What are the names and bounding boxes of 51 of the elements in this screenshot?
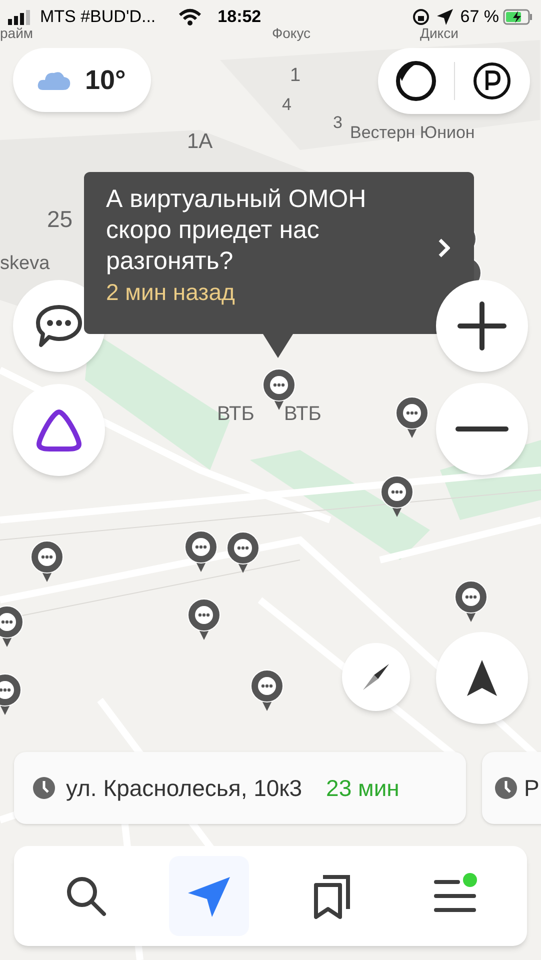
comment-pin-icon[interactable] xyxy=(184,530,218,574)
temperature: 10° xyxy=(85,64,126,97)
battery-percent: 67 % xyxy=(460,6,499,28)
wifi-icon xyxy=(178,8,202,26)
comment-pin-icon[interactable] xyxy=(0,605,24,649)
clock-icon xyxy=(494,776,518,800)
comment-pin-icon[interactable] xyxy=(395,396,429,440)
popup-time: 2 мин назад xyxy=(106,278,236,307)
weather-pill[interactable]: 10° xyxy=(13,48,151,112)
parking-icon xyxy=(472,61,512,101)
menu-icon xyxy=(434,878,476,914)
destination-address: Р xyxy=(524,774,540,803)
comment-pin-icon[interactable] xyxy=(454,580,488,624)
navigation-arrow-icon xyxy=(465,658,499,698)
map-label: 25 xyxy=(47,208,73,231)
comment-pin-icon[interactable] xyxy=(30,540,64,584)
destination-card[interactable]: ул. Краснолесья, 10к3 23 мин xyxy=(14,752,466,824)
chevron-right-icon xyxy=(438,238,450,258)
clock-icon xyxy=(32,776,56,800)
popup-pointer-icon xyxy=(263,334,293,358)
map-label: ВТБ xyxy=(217,404,254,424)
chat-bubble-icon xyxy=(35,303,83,349)
popup-message: А виртуальный ОМОН скоро приедет нас разгонять? xyxy=(106,184,368,277)
map-label: 3 xyxy=(333,114,342,131)
map-label: Фокус xyxy=(272,26,311,40)
comment-pin-icon[interactable] xyxy=(380,475,414,519)
map-label: 1 xyxy=(290,66,301,85)
bookmarks-icon xyxy=(312,873,352,919)
map-label: skeva xyxy=(0,254,50,273)
battery-charging-icon xyxy=(503,9,533,25)
clock-time: 18:52 xyxy=(218,6,262,28)
map-label: райм xyxy=(0,26,34,40)
location-arrow-icon xyxy=(436,8,454,26)
comment-pin-icon[interactable] xyxy=(226,531,260,575)
triangle-icon xyxy=(35,408,83,452)
compass-icon xyxy=(361,662,391,692)
destination-address: ул. Краснолесья, 10к3 xyxy=(66,774,302,803)
map-label: 1А xyxy=(187,131,213,152)
comment-pin-icon[interactable] xyxy=(250,669,284,713)
map-label: ВТБ xyxy=(284,404,322,424)
ring-icon xyxy=(394,59,438,103)
comment-pin-icon[interactable] xyxy=(187,598,221,642)
travel-time: 23 мин xyxy=(326,774,400,803)
plus-icon xyxy=(457,301,507,351)
destination-card[interactable]: Р xyxy=(482,752,541,824)
map-label: Вестерн Юнион xyxy=(350,124,475,141)
map-label: Дикси xyxy=(420,26,458,40)
carrier-name: MTS #BUD'D... xyxy=(40,6,156,28)
comment-popup[interactable]: А виртуальный ОМОН скоро приедет нас разгонять? 2 мин назад xyxy=(84,172,474,334)
minus-icon xyxy=(455,425,509,433)
map-label: 4 xyxy=(282,96,292,113)
